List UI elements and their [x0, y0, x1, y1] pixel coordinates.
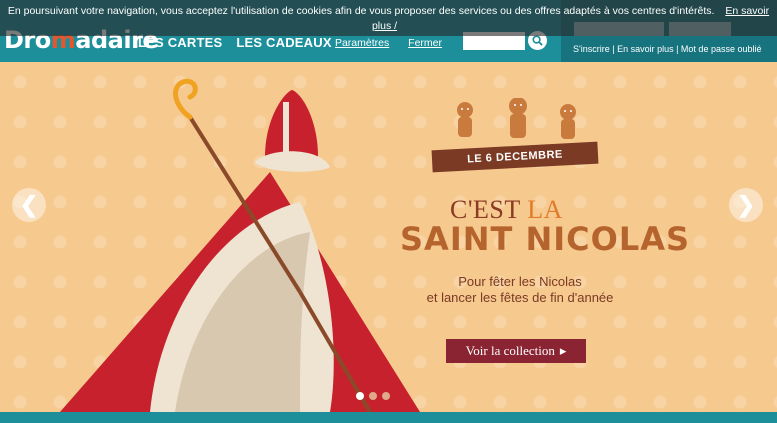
footer-bar	[0, 412, 777, 423]
cookie-banner: En poursuivant votre navigation, vous ac…	[0, 0, 777, 49]
cookie-settings-link[interactable]: Paramètres	[335, 37, 389, 49]
slider-dot-2[interactable]	[369, 392, 377, 400]
slider-pagination	[356, 392, 390, 400]
cookie-close-link[interactable]: Fermer	[408, 37, 442, 49]
saint-nicolas-illustration	[60, 78, 420, 412]
gingerbread-men-illustration	[457, 98, 576, 139]
headline-title: SAINT NICOLAS	[400, 220, 691, 258]
cookie-message-row: En poursuivant votre navigation, vous ac…	[0, 4, 777, 34]
chevron-right-icon: ❯	[736, 192, 756, 217]
headline-subtitle: Pour fêter les Nicolas et lancer les fêt…	[420, 274, 620, 306]
slider-next-button[interactable]: ❯	[729, 188, 763, 222]
cookie-message: En poursuivant votre navigation, vous ac…	[7, 5, 715, 17]
slider-dot-3[interactable]	[382, 392, 390, 400]
subtitle-line-1: Pour fêter les Nicolas	[458, 274, 582, 289]
cta-arrow-icon: ▸	[559, 343, 567, 358]
slider-prev-button[interactable]: ❮	[12, 188, 46, 222]
slider-dot-1[interactable]	[356, 392, 364, 400]
cta-label: Voir la collection	[465, 343, 555, 358]
chevron-left-icon: ❮	[19, 192, 39, 217]
hero-slider: LE 6 DECEMBRE C'EST LA SAINT NICOLAS Pou…	[0, 62, 777, 412]
subtitle-line-2: et lancer les fêtes de fin d'année	[426, 290, 614, 305]
cookie-actions: Paramètres Fermer	[0, 36, 777, 51]
view-collection-button[interactable]: Voir la collection ▸	[446, 339, 586, 363]
